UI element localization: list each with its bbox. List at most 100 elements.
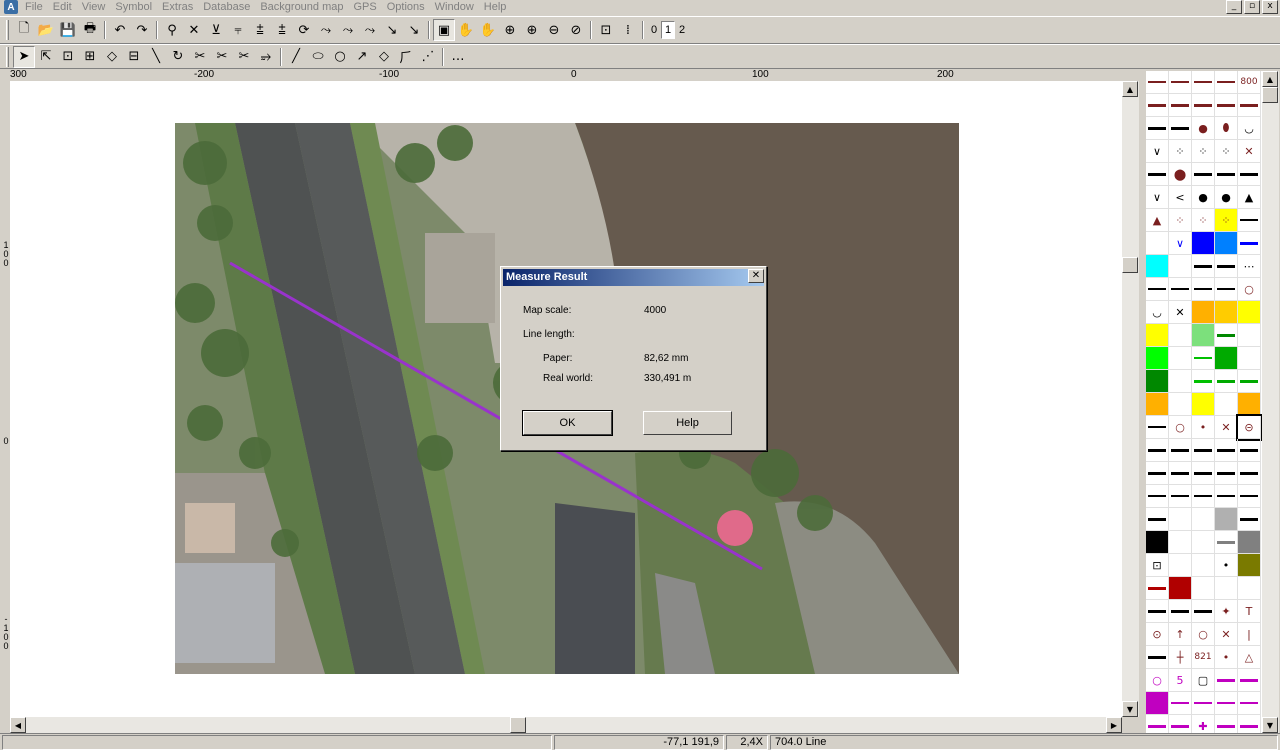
palette-symbol[interactable] xyxy=(1146,692,1169,715)
tool-icon[interactable]: ⤳ xyxy=(337,19,359,41)
palette-symbol[interactable] xyxy=(1146,324,1169,347)
palette-symbol[interactable]: ✚ xyxy=(1192,715,1215,735)
palette-symbol[interactable] xyxy=(1169,554,1192,577)
palette-symbol[interactable]: ⬤ xyxy=(1146,232,1169,255)
zoom-hand-icon[interactable]: ✋ xyxy=(455,19,477,41)
palette-symbol[interactable] xyxy=(1169,117,1192,140)
palette-symbol[interactable] xyxy=(1192,600,1215,623)
palette-symbol[interactable] xyxy=(1192,508,1215,531)
palette-symbol[interactable]: △ xyxy=(1238,646,1261,669)
palette-symbol[interactable] xyxy=(1169,600,1192,623)
rotate-icon[interactable]: ↻ xyxy=(167,46,189,68)
edit-node-icon[interactable]: ⊞ xyxy=(79,46,101,68)
palette-symbol[interactable]: 800 xyxy=(1238,71,1261,94)
palette-symbol[interactable] xyxy=(1238,577,1261,600)
scissors-icon[interactable]: ✂ xyxy=(211,46,233,68)
edit-node-icon[interactable]: ◇ xyxy=(101,46,123,68)
print-icon[interactable]: 🖶 xyxy=(79,19,101,41)
palette-symbol[interactable] xyxy=(1192,577,1215,600)
scissors-icon[interactable]: ✂ xyxy=(189,46,211,68)
menu-gps[interactable]: GPS xyxy=(351,0,384,14)
palette-symbol[interactable]: ⊙ xyxy=(1146,623,1169,646)
palette-symbol[interactable]: ✦ xyxy=(1215,600,1238,623)
palette-symbol[interactable] xyxy=(1192,531,1215,554)
zoom-fit-icon[interactable]: ⊘ xyxy=(565,19,587,41)
palette-symbol[interactable]: ◡ xyxy=(1238,117,1261,140)
palette-symbol[interactable] xyxy=(1215,393,1238,416)
palette-symbol[interactable] xyxy=(1169,715,1192,735)
palette-symbol[interactable] xyxy=(1238,209,1261,232)
palette-symbol[interactable] xyxy=(1215,94,1238,117)
view-mode-0-button[interactable]: 0 xyxy=(647,21,661,39)
palette-symbol[interactable] xyxy=(1215,232,1238,255)
zoom-previous-icon[interactable]: ⊖ xyxy=(543,19,565,41)
palette-symbol[interactable] xyxy=(1215,462,1238,485)
palette-symbol[interactable] xyxy=(1146,416,1169,439)
palette-symbol[interactable]: ⬤ xyxy=(1169,163,1192,186)
palette-symbol[interactable] xyxy=(1192,94,1215,117)
zoom-plus-icon[interactable]: ⊕ xyxy=(499,19,521,41)
palette-symbol[interactable]: ⁘ xyxy=(1169,140,1192,163)
palette-symbol[interactable]: ○ xyxy=(1169,416,1192,439)
select-node-icon[interactable]: ⇱ xyxy=(35,46,57,68)
edit-node-icon[interactable]: ⊡ xyxy=(57,46,79,68)
palette-symbol[interactable] xyxy=(1146,255,1169,278)
palette-symbol[interactable]: ○ xyxy=(1238,278,1261,301)
palette-symbol[interactable]: ∨ xyxy=(1146,186,1169,209)
palette-symbol[interactable] xyxy=(1146,393,1169,416)
palette-symbol[interactable] xyxy=(1146,600,1169,623)
palette-symbol[interactable] xyxy=(1238,94,1261,117)
palette-symbol[interactable] xyxy=(1215,508,1238,531)
palette-symbol[interactable] xyxy=(1192,439,1215,462)
palette-symbol[interactable]: • xyxy=(1215,554,1238,577)
gps-icon[interactable]: ⁞ xyxy=(617,19,639,41)
scissors-icon[interactable]: ✂ xyxy=(233,46,255,68)
palette-symbol[interactable] xyxy=(1192,554,1215,577)
palette-scroll-down-button[interactable]: ▼ xyxy=(1262,717,1278,733)
palette-symbol[interactable] xyxy=(1192,71,1215,94)
scroll-right-button[interactable]: ▶ xyxy=(1106,717,1122,733)
palette-symbol[interactable] xyxy=(1215,669,1238,692)
palette-symbol[interactable] xyxy=(1215,255,1238,278)
toolbar-grip[interactable] xyxy=(6,46,9,67)
palette-symbol[interactable] xyxy=(1169,94,1192,117)
ellipse-icon[interactable]: ⬭ xyxy=(307,46,329,68)
palette-symbol[interactable]: ⁘ xyxy=(1215,140,1238,163)
palette-symbol[interactable]: ✕ xyxy=(1215,623,1238,646)
save-icon[interactable]: 💾 xyxy=(57,19,79,41)
palette-symbol[interactable] xyxy=(1238,232,1261,255)
close-button[interactable]: x xyxy=(1262,0,1278,14)
palette-symbol[interactable] xyxy=(1238,163,1261,186)
view-mode-2-button[interactable]: 2 xyxy=(675,21,689,39)
menu-help[interactable]: Help xyxy=(481,0,514,14)
palette-symbol[interactable] xyxy=(1238,301,1261,324)
palette-symbol[interactable] xyxy=(1192,232,1215,255)
open-icon[interactable]: 📂 xyxy=(35,19,57,41)
tool-icon[interactable]: ⊻ xyxy=(205,19,227,41)
new-icon[interactable]: 🗋 xyxy=(13,19,35,41)
palette-symbol[interactable] xyxy=(1169,531,1192,554)
palette-symbol[interactable]: ● xyxy=(1192,117,1215,140)
palette-symbol[interactable] xyxy=(1215,278,1238,301)
app-logo-icon[interactable]: A xyxy=(4,0,18,14)
palette-symbol[interactable]: ∨ xyxy=(1169,232,1192,255)
palette-symbol[interactable] xyxy=(1192,301,1215,324)
palette-symbol[interactable]: ⋯ xyxy=(1238,255,1261,278)
palette-symbol[interactable] xyxy=(1169,347,1192,370)
palette-symbol[interactable] xyxy=(1192,278,1215,301)
palette-symbol[interactable]: ∨ xyxy=(1146,140,1169,163)
palette-symbol[interactable] xyxy=(1238,531,1261,554)
tool-icon[interactable]: ↘ xyxy=(381,19,403,41)
scroll-left-button[interactable]: ◀ xyxy=(10,717,26,733)
palette-symbol[interactable] xyxy=(1146,508,1169,531)
palette-symbol[interactable] xyxy=(1215,715,1238,735)
scroll-thumb-h[interactable] xyxy=(510,717,526,733)
palette-symbol[interactable]: ◡ xyxy=(1146,301,1169,324)
menu-window[interactable]: Window xyxy=(432,0,481,14)
dialog-close-button[interactable]: ✕ xyxy=(748,269,764,283)
palette-symbol[interactable] xyxy=(1215,301,1238,324)
palette-symbol[interactable] xyxy=(1215,370,1238,393)
select-icon[interactable]: ➤ xyxy=(13,45,35,68)
palette-symbol[interactable] xyxy=(1192,692,1215,715)
palette-symbol[interactable] xyxy=(1169,255,1192,278)
